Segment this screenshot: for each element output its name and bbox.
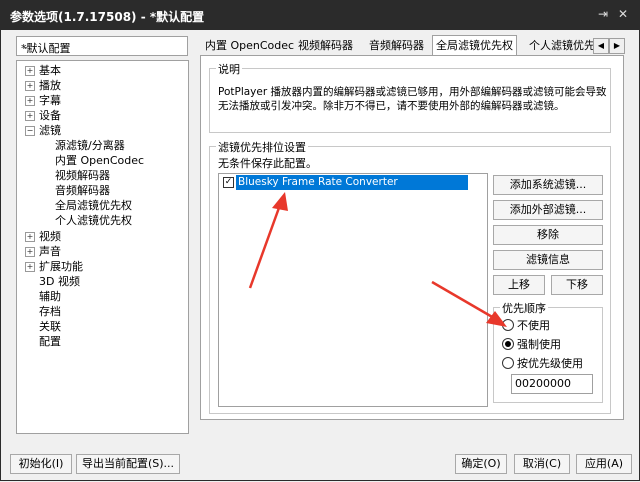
annotation-arrow-to-filter [248,192,288,289]
annotation-arrow-to-radio [431,280,507,327]
annotation-arrows [248,192,507,327]
